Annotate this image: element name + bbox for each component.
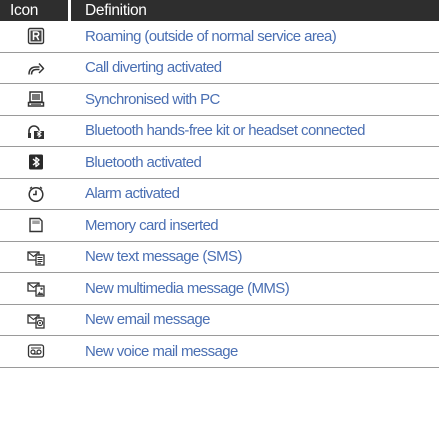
table-row: Roaming (outside of normal service area) — [0, 21, 439, 53]
definition-text: Memory card inserted — [85, 216, 219, 234]
table-row: New text message (SMS) — [0, 242, 439, 273]
definition-text: Alarm activated — [85, 185, 180, 203]
call-divert-icon — [0, 53, 71, 84]
definition-text: Roaming (outside of normal service area) — [85, 27, 337, 45]
definition-text: New email message — [85, 311, 210, 329]
table-row: New voice mail message — [0, 336, 439, 368]
mms-icon — [0, 273, 71, 304]
pc-sync-icon — [0, 84, 71, 115]
table-row: Bluetooth hands-free kit or headset conn… — [0, 116, 439, 147]
definition-text: New text message (SMS) — [85, 248, 242, 266]
definition-text: New multimedia message (MMS) — [85, 279, 290, 297]
definition-text: Call diverting activated — [85, 59, 222, 77]
bt-headset-icon — [0, 116, 71, 147]
table-row: Synchronised with PC — [0, 84, 439, 116]
sms-icon — [0, 242, 71, 273]
table-row: Call diverting activated — [0, 53, 439, 84]
header-icon-column: Icon — [0, 0, 68, 21]
definition-text: Bluetooth activated — [85, 153, 202, 171]
table-row: Bluetooth activated — [0, 147, 439, 179]
email-icon — [0, 305, 71, 336]
table-row: New multimedia message (MMS) — [0, 273, 439, 305]
bluetooth-icon — [0, 147, 71, 178]
table-row: Memory card inserted — [0, 210, 439, 242]
table-row: Alarm activated — [0, 179, 439, 210]
table-row: New email message — [0, 305, 439, 336]
definition-text: Synchronised with PC — [85, 90, 220, 108]
roaming-icon — [0, 21, 71, 52]
voicemail-icon — [0, 336, 71, 367]
alarm-icon — [0, 179, 71, 210]
definition-text: New voice mail message — [85, 342, 238, 360]
memory-card-icon — [0, 210, 71, 241]
table-header: Icon Definition — [0, 0, 439, 21]
icon-definition-table: Icon Definition Roaming (outside of norm… — [0, 0, 439, 368]
header-definition-column: Definition — [71, 0, 439, 21]
definition-text: Bluetooth hands-free kit or headset conn… — [85, 122, 365, 140]
